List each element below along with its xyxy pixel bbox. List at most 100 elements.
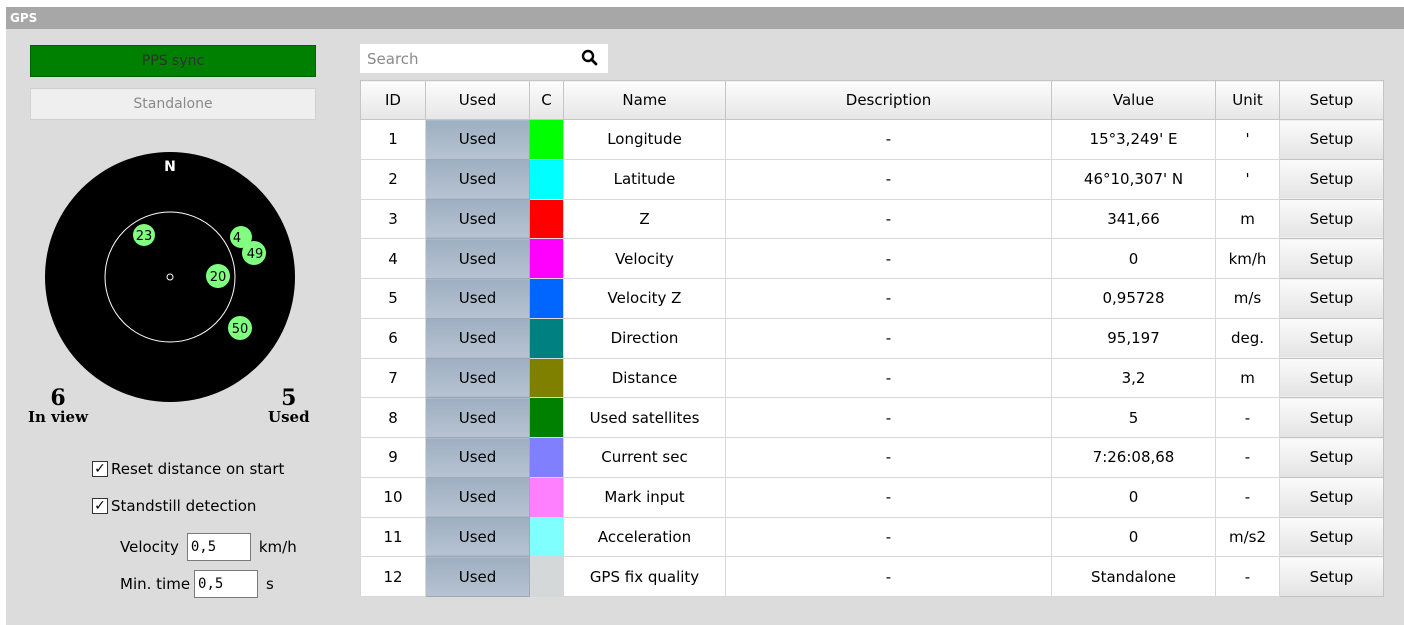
min-time-label: Min. time (120, 575, 191, 593)
cell-used-toggle[interactable]: Used (425, 556, 530, 597)
cell-color[interactable] (529, 238, 564, 279)
cell-color[interactable] (529, 119, 564, 160)
min-time-input[interactable] (194, 570, 259, 598)
search-box[interactable] (360, 44, 608, 73)
satellite-marker: 49 (242, 241, 266, 265)
setup-button[interactable]: Setup (1279, 397, 1384, 438)
header-used[interactable]: Used (425, 80, 530, 120)
header-setup[interactable]: Setup (1279, 80, 1384, 120)
setup-button[interactable]: Setup (1279, 476, 1384, 518)
table-row[interactable]: 6 Used Direction -95,197 deg. Setup (360, 317, 1384, 359)
setup-button[interactable]: Setup (1279, 158, 1384, 200)
cell-color[interactable] (529, 158, 564, 200)
cell-name: Z (563, 198, 726, 240)
north-label: N (164, 159, 176, 175)
cell-color[interactable] (529, 516, 564, 558)
color-swatch[interactable] (530, 478, 563, 517)
table-row[interactable]: 10 Used Mark input -0- Setup (360, 476, 1384, 518)
setup-button[interactable]: Setup (1279, 357, 1384, 399)
reset-distance-option[interactable]: ✓ Reset distance on start (92, 459, 284, 479)
in-view-count: 6 In view (28, 387, 88, 426)
table-row[interactable]: 4 Used Velocity -0 km/h Setup (360, 238, 1384, 279)
cell-used-toggle[interactable]: Used (425, 357, 530, 399)
cell-color[interactable] (529, 476, 564, 518)
color-swatch[interactable] (530, 517, 563, 556)
header-value[interactable]: Value (1051, 80, 1216, 120)
cell-value: 5 (1051, 397, 1216, 438)
table-row[interactable]: 7 Used Distance -3,2 m Setup (360, 357, 1384, 399)
cell-description: - (725, 278, 1052, 319)
cell-unit: ' (1215, 158, 1280, 200)
color-swatch[interactable] (530, 160, 563, 199)
cell-used-toggle[interactable]: Used (425, 476, 530, 518)
header-unit[interactable]: Unit (1215, 80, 1280, 120)
cell-name: Velocity Z (563, 278, 726, 319)
standstill-checkbox[interactable]: ✓ (92, 498, 108, 514)
header-id[interactable]: ID (360, 80, 426, 120)
cell-used-toggle[interactable]: Used (425, 317, 530, 359)
cell-used-toggle[interactable]: Used (425, 278, 530, 319)
cell-description: - (725, 198, 1052, 240)
cell-name: Direction (563, 317, 726, 359)
header-color[interactable]: C (529, 80, 564, 120)
cell-id: 11 (360, 516, 426, 558)
color-swatch[interactable] (530, 279, 563, 318)
header-description[interactable]: Description (725, 80, 1052, 120)
cell-color[interactable] (529, 357, 564, 399)
cell-color[interactable] (529, 278, 564, 319)
cell-id: 9 (360, 437, 426, 478)
table-row[interactable]: 9 Used Current sec -7:26:08,68- Setup (360, 437, 1384, 478)
table-row[interactable]: 11 Used Acceleration -0 m/s2 Setup (360, 516, 1384, 558)
table-row[interactable]: 8 Used Used satellites -5- Setup (360, 397, 1384, 438)
magnifier-icon[interactable] (580, 48, 600, 68)
setup-button[interactable]: Setup (1279, 198, 1384, 240)
cell-used-toggle[interactable]: Used (425, 516, 530, 558)
cell-unit: ' (1215, 119, 1280, 160)
cell-used-toggle[interactable]: Used (425, 397, 530, 438)
header-name[interactable]: Name (563, 80, 726, 120)
color-swatch[interactable] (530, 398, 563, 437)
setup-button[interactable]: Setup (1279, 317, 1384, 359)
color-swatch[interactable] (530, 120, 563, 159)
cell-color[interactable] (529, 397, 564, 438)
table-row[interactable]: 3 Used Z -341,66 m Setup (360, 198, 1384, 240)
velocity-input[interactable] (186, 533, 251, 561)
color-swatch[interactable] (530, 199, 563, 238)
color-swatch[interactable] (530, 557, 563, 596)
cell-color[interactable] (529, 317, 564, 359)
cell-used-toggle[interactable]: Used (425, 198, 530, 240)
setup-button[interactable]: Setup (1279, 278, 1384, 319)
cell-used-toggle[interactable]: Used (425, 238, 530, 279)
cell-used-toggle[interactable]: Used (425, 119, 530, 160)
velocity-unit: km/h (258, 538, 297, 556)
cell-color[interactable] (529, 556, 564, 597)
reset-distance-checkbox[interactable]: ✓ (92, 461, 108, 477)
table-header-row: ID Used C Name Description Value Unit Se… (360, 80, 1384, 120)
cell-name: Latitude (563, 158, 726, 200)
color-swatch[interactable] (530, 239, 563, 278)
cell-used-toggle[interactable]: Used (425, 437, 530, 478)
cell-used-toggle[interactable]: Used (425, 158, 530, 200)
cell-id: 6 (360, 317, 426, 359)
color-swatch[interactable] (530, 438, 563, 477)
table-row[interactable]: 1 Used Longitude -15°3,249' E ' Setup (360, 119, 1384, 160)
standstill-option[interactable]: ✓ Standstill detection (92, 496, 256, 516)
cell-id: 5 (360, 278, 426, 319)
search-input[interactable] (360, 44, 569, 73)
cell-color[interactable] (529, 198, 564, 240)
table-row[interactable]: 5 Used Velocity Z -0,95728 m/s Setup (360, 278, 1384, 319)
setup-button[interactable]: Setup (1279, 119, 1384, 160)
setup-button[interactable]: Setup (1279, 556, 1384, 597)
color-swatch[interactable] (530, 358, 563, 397)
setup-button[interactable]: Setup (1279, 516, 1384, 558)
standstill-label: Standstill detection (111, 497, 257, 515)
table-row[interactable]: 12 Used GPS fix quality - Standalone - Setup (360, 556, 1384, 597)
color-swatch[interactable] (530, 319, 563, 358)
cell-value: 0 (1051, 238, 1216, 279)
table-row[interactable]: 2 Used Latitude -46°10,307' N ' Setup (360, 158, 1384, 200)
setup-button[interactable]: Setup (1279, 238, 1384, 279)
cell-color[interactable] (529, 437, 564, 478)
setup-button[interactable]: Setup (1279, 437, 1384, 478)
used-count: 5 Used (268, 387, 310, 426)
cell-name: Mark input (563, 476, 726, 518)
